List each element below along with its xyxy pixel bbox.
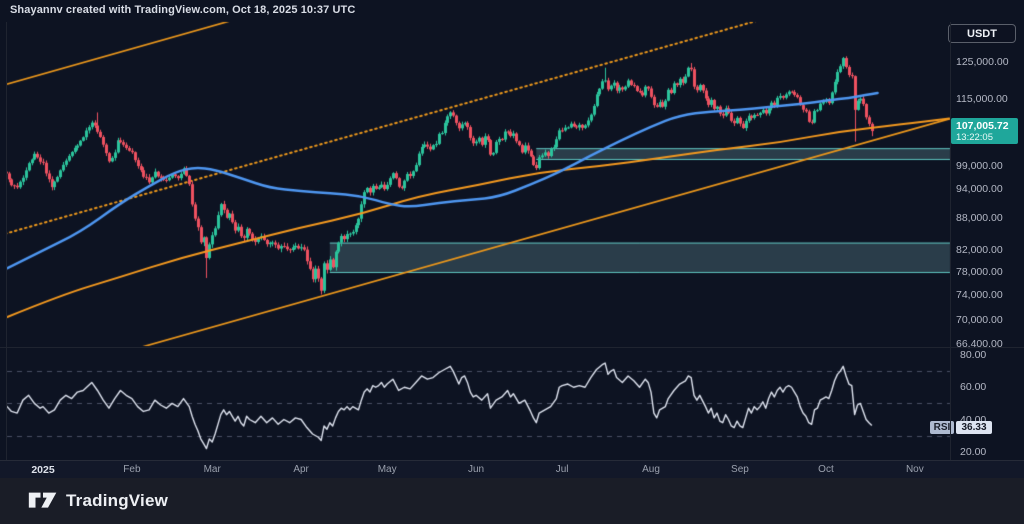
footer-bar: TradingView bbox=[0, 478, 1024, 524]
time-axis-label: Jul bbox=[556, 464, 569, 475]
rsi-axis-label: 60.00 bbox=[960, 381, 986, 393]
time-axis-label: May bbox=[378, 464, 397, 475]
chart-plot-area[interactable] bbox=[0, 0, 1024, 524]
time-axis-label: Jun bbox=[468, 464, 484, 475]
time-axis[interactable]: 2025 Feb Mar Apr May Jun Jul Aug Sep Oct Nov bbox=[0, 460, 1024, 479]
tradingview-snapshot: Shayannv created with TradingView.com, O… bbox=[0, 0, 1024, 524]
time-axis-label: 2025 bbox=[31, 464, 54, 476]
time-axis-label: Aug bbox=[642, 464, 660, 475]
last-price-badge: 107,005.72 13:22:05 bbox=[951, 118, 1018, 144]
tradingview-logo[interactable]: TradingView bbox=[28, 490, 168, 512]
quote-currency-button[interactable]: USDT bbox=[948, 24, 1016, 43]
price-axis-label: 82,000.00 bbox=[956, 244, 1003, 256]
time-axis-label: Sep bbox=[731, 464, 749, 475]
bar-countdown: 13:22:05 bbox=[956, 132, 1018, 143]
last-price-value: 107,005.72 bbox=[956, 120, 1018, 132]
time-axis-label: Nov bbox=[906, 464, 924, 475]
time-axis-label: Apr bbox=[293, 464, 309, 475]
rsi-value-badge: 36.33 bbox=[956, 421, 992, 434]
rsi-axis-label: 80.00 bbox=[960, 349, 986, 361]
time-axis-label: Feb bbox=[123, 464, 140, 475]
plot-left-border bbox=[6, 22, 7, 460]
plot-right-border bbox=[950, 22, 951, 460]
chart-attribution-title: Shayannv created with TradingView.com, O… bbox=[10, 4, 355, 16]
pane-separator bbox=[0, 347, 1024, 348]
price-axis-label: 115,000.00 bbox=[956, 93, 1008, 105]
tradingview-logo-text: TradingView bbox=[66, 491, 168, 511]
price-axis-label: 99,000.00 bbox=[956, 160, 1003, 172]
time-axis-label: Mar bbox=[204, 464, 221, 475]
price-axis-label: 78,000.00 bbox=[956, 266, 1003, 278]
price-axis-label: 88,000.00 bbox=[956, 212, 1003, 224]
price-axis-label: 125,000.00 bbox=[956, 56, 1009, 68]
price-axis-label: 74,000.00 bbox=[956, 289, 1003, 301]
tradingview-logo-icon bbox=[28, 490, 58, 512]
price-axis-label: 70,000.00 bbox=[956, 314, 1003, 326]
price-axis-label: 94,000.00 bbox=[956, 183, 1003, 195]
time-axis-label: Oct bbox=[818, 464, 834, 475]
rsi-axis-label: 20.00 bbox=[960, 446, 986, 458]
